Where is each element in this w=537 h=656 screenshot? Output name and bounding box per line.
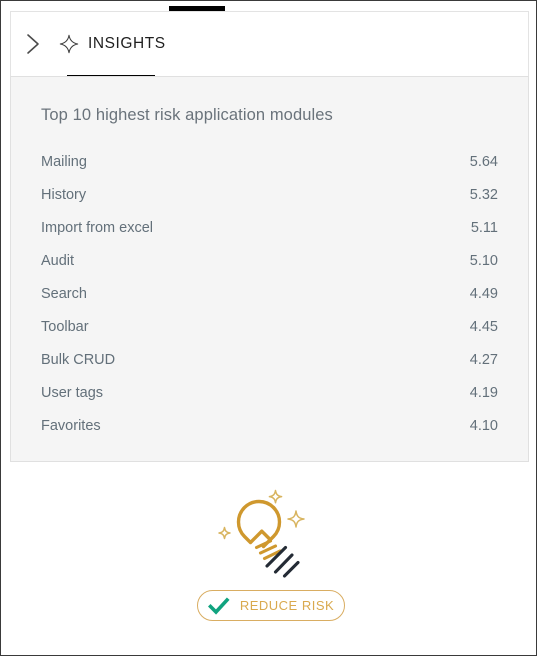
insights-panel: Top 10 highest risk application modules …	[10, 76, 529, 462]
list-item[interactable]: History 5.32	[41, 187, 498, 220]
sparkle-icon	[59, 34, 79, 54]
expand-panel-button[interactable]	[20, 31, 46, 57]
module-risk-score: 5.10	[469, 253, 498, 269]
risk-modules-list: Mailing 5.64 History 5.32 Import from ex…	[41, 154, 498, 451]
reduce-risk-button[interactable]: REDUCE RISK	[197, 590, 345, 621]
tab-bar: INSIGHTS	[10, 11, 529, 78]
list-item[interactable]: Toolbar 4.45	[41, 319, 498, 352]
list-item[interactable]: Bulk CRUD 4.27	[41, 352, 498, 385]
lightbulb-idea-icon	[213, 485, 326, 585]
module-risk-score: 4.49	[469, 286, 498, 302]
panel-title: Top 10 highest risk application modules	[41, 106, 333, 124]
list-item[interactable]: Search 4.49	[41, 286, 498, 319]
module-risk-score: 4.27	[469, 352, 498, 368]
module-name: Audit	[41, 253, 75, 269]
module-name: Search	[41, 286, 87, 302]
top-tab-strip	[2, 2, 535, 11]
tab-insights[interactable]: INSIGHTS	[59, 12, 168, 76]
reduce-risk-label: REDUCE RISK	[239, 598, 335, 613]
check-icon	[207, 596, 230, 615]
module-risk-score: 4.45	[469, 319, 498, 335]
module-name: User tags	[41, 385, 104, 401]
list-item[interactable]: Favorites 4.10	[41, 418, 498, 451]
module-name: Toolbar	[41, 319, 89, 335]
list-item[interactable]: Audit 5.10	[41, 253, 498, 286]
list-item[interactable]: User tags 4.19	[41, 385, 498, 418]
tab-insights-label: INSIGHTS	[88, 35, 166, 52]
module-risk-score: 5.32	[469, 187, 498, 203]
module-risk-score: 4.10	[469, 418, 498, 434]
module-name: Import from excel	[41, 220, 153, 236]
module-name: Favorites	[41, 418, 101, 434]
module-name: History	[41, 187, 87, 203]
list-item[interactable]: Import from excel 5.11	[41, 220, 498, 253]
module-risk-score: 4.19	[469, 385, 498, 401]
chevron-right-icon	[25, 32, 42, 56]
module-risk-score: 5.11	[470, 220, 498, 236]
insights-window: INSIGHTS Top 10 highest risk application…	[0, 0, 537, 656]
list-item[interactable]: Mailing 5.64	[41, 154, 498, 187]
module-name: Mailing	[41, 154, 87, 170]
module-name: Bulk CRUD	[41, 352, 116, 368]
module-risk-score: 5.64	[469, 154, 498, 170]
